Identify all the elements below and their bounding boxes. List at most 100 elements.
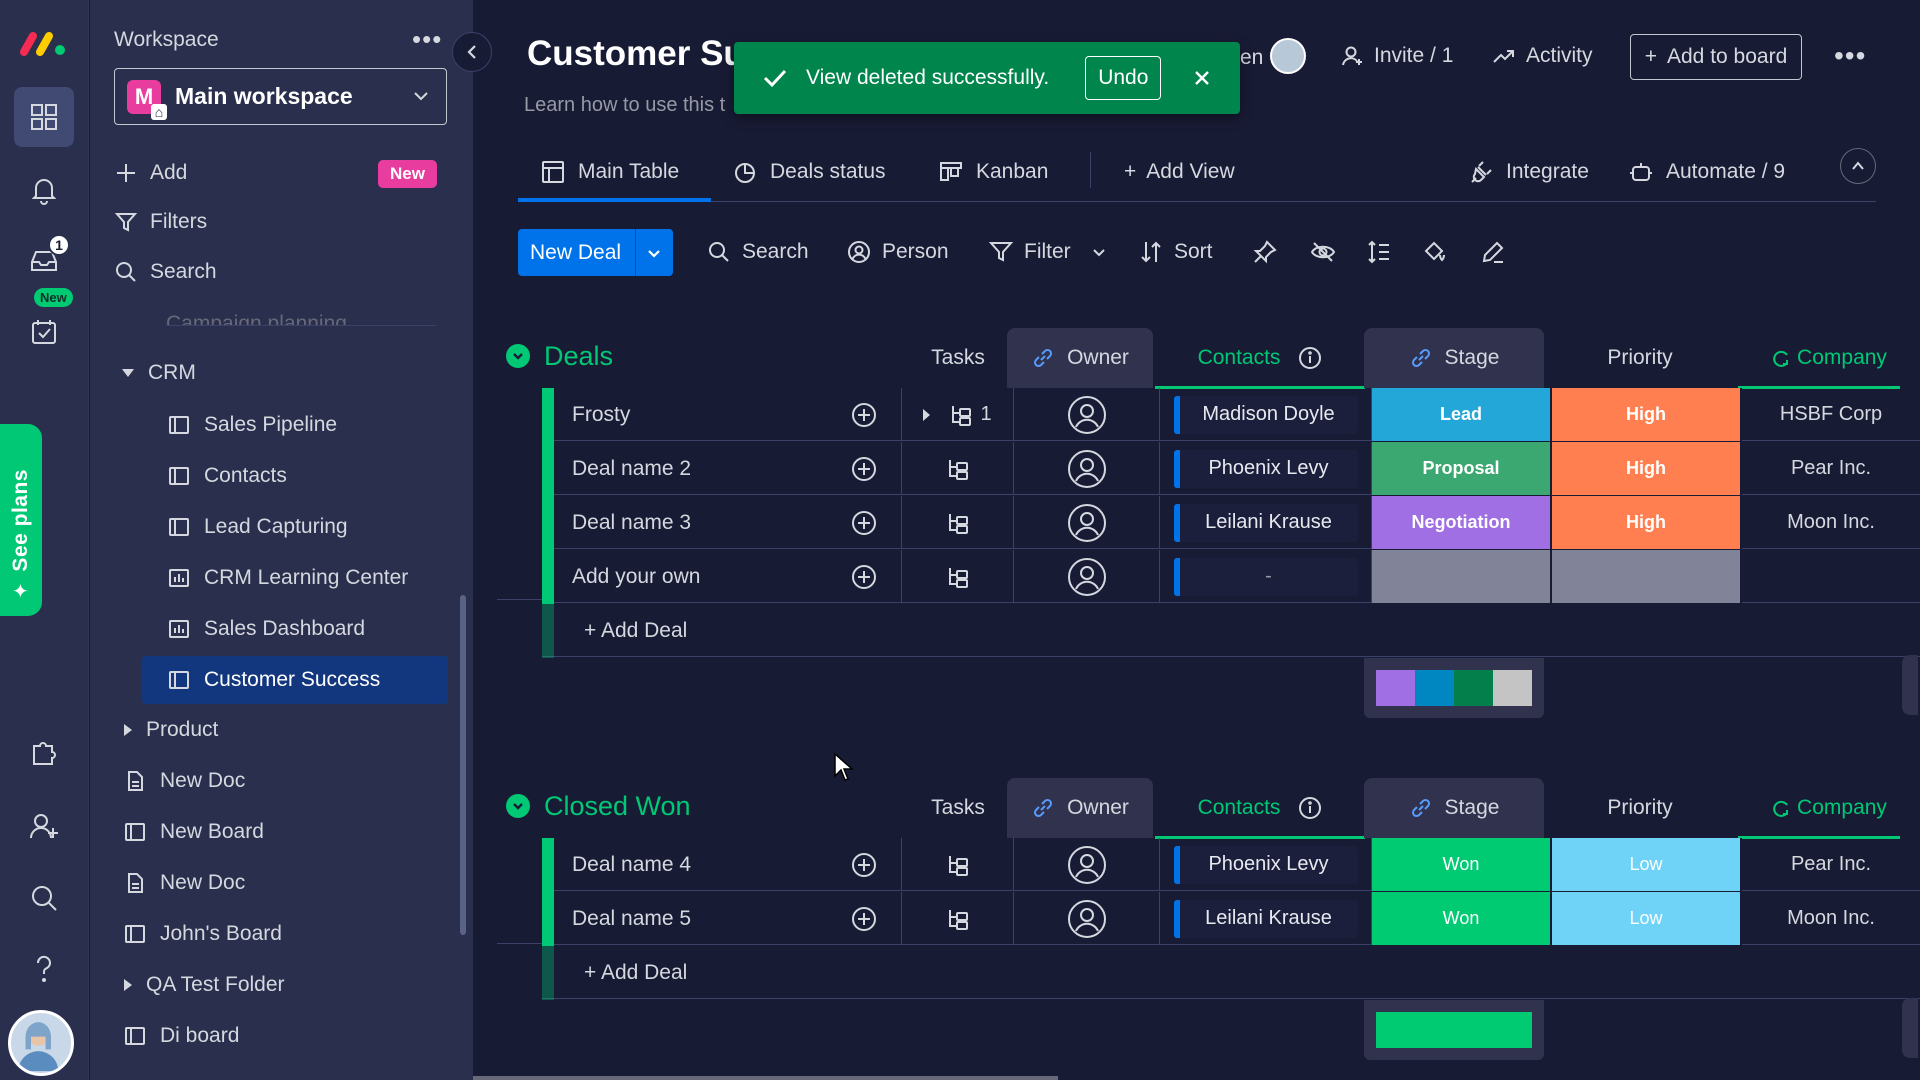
owner-cell[interactable] xyxy=(1014,442,1160,495)
table-row[interactable]: Deal name 3 Leilani Krause Negotiation H… xyxy=(542,496,1920,550)
contacts-cell[interactable]: Leilani Krause xyxy=(1160,496,1372,549)
folder-crm[interactable]: CRM xyxy=(122,350,196,396)
integrate-button[interactable]: Integrate xyxy=(1468,152,1589,192)
column-header-priority[interactable]: Priority xyxy=(1545,328,1735,388)
company-cell[interactable]: Pear Inc. xyxy=(1742,442,1920,495)
new-deal-dropdown[interactable] xyxy=(636,245,672,261)
contacts-cell[interactable]: Madison Doyle xyxy=(1160,388,1372,441)
stage-cell[interactable]: Won xyxy=(1372,838,1552,891)
company-cell[interactable] xyxy=(1742,550,1920,603)
automate-button[interactable]: Automate / 9 xyxy=(1628,152,1785,192)
group-title[interactable]: Closed Won xyxy=(544,791,691,822)
sidebar-item-new-doc[interactable]: New Doc xyxy=(124,758,245,804)
stage-cell[interactable]: Negotiation xyxy=(1372,496,1552,549)
workspace-more-icon[interactable]: ••• xyxy=(412,24,442,55)
column-header-stage[interactable]: Stage xyxy=(1364,778,1544,838)
subitems-cell[interactable] xyxy=(902,550,1014,603)
company-cell[interactable]: Pear Inc. xyxy=(1742,838,1920,891)
sidebar-search[interactable]: Search xyxy=(114,252,217,292)
contacts-cell[interactable]: Phoenix Levy xyxy=(1160,838,1372,891)
table-row[interactable]: Deal name 4 Phoenix Levy Won Low Pear In… xyxy=(542,838,1920,892)
column-header-priority[interactable]: Priority xyxy=(1545,778,1735,838)
folder-qa-test[interactable]: QA Test Folder xyxy=(124,962,285,1008)
header-avatar[interactable] xyxy=(1270,38,1306,74)
contacts-cell[interactable]: - xyxy=(1160,550,1372,603)
rail-search-button[interactable] xyxy=(14,868,74,928)
company-cell[interactable]: Moon Inc. xyxy=(1742,892,1920,945)
rail-apps-button[interactable] xyxy=(14,722,74,782)
company-cell[interactable]: Moon Inc. xyxy=(1742,496,1920,549)
sidebar-scrollbar[interactable] xyxy=(460,595,466,935)
see-plans-button[interactable]: See plans ✦ xyxy=(0,424,42,616)
item-name-cell[interactable]: Deal name 4 xyxy=(554,838,902,891)
contact-chip[interactable]: Madison Doyle xyxy=(1173,395,1358,434)
stage-cell[interactable]: Proposal xyxy=(1372,442,1552,495)
item-name-cell[interactable]: Deal name 3 xyxy=(554,496,902,549)
sidebar-item-customer-success[interactable]: Customer Success xyxy=(142,656,448,704)
stage-cell[interactable] xyxy=(1372,550,1552,603)
sidebar-item-sales-dashboard[interactable]: Sales Dashboard xyxy=(158,606,458,652)
table-row[interactable]: Deal name 5 Leilani Krause Won Low Moon … xyxy=(542,892,1920,946)
sidebar-item-lead-capturing[interactable]: Lead Capturing xyxy=(158,504,458,550)
close-icon[interactable] xyxy=(1193,69,1211,87)
sidebar-item-di-board[interactable]: Di board xyxy=(124,1013,239,1059)
priority-cell[interactable]: Low xyxy=(1552,892,1742,945)
group-collapse-icon[interactable] xyxy=(506,344,530,368)
column-header-company[interactable]: Company xyxy=(1738,778,1918,838)
caret-right-icon[interactable] xyxy=(923,408,931,421)
board-more-icon[interactable]: ••• xyxy=(1834,40,1866,72)
column-header-contacts[interactable]: Contacts xyxy=(1155,328,1365,388)
group-header-closed-won[interactable]: Closed Won xyxy=(506,786,691,826)
board-description[interactable]: Learn how to use this t xyxy=(524,94,725,117)
owner-cell[interactable] xyxy=(1014,550,1160,603)
subitems-cell[interactable] xyxy=(902,892,1014,945)
owner-cell[interactable] xyxy=(1014,388,1160,441)
priority-cell[interactable] xyxy=(1552,550,1742,603)
contact-chip[interactable]: - xyxy=(1173,557,1358,596)
contact-chip[interactable]: Leilani Krause xyxy=(1173,899,1358,938)
board-title[interactable]: Customer Su xyxy=(527,34,745,74)
tab-main-table[interactable]: Main Table xyxy=(540,152,679,192)
item-name-cell[interactable]: Add your own xyxy=(554,550,902,603)
priority-cell[interactable]: High xyxy=(1552,388,1742,441)
group-collapse-icon[interactable] xyxy=(506,794,530,818)
stage-cell[interactable]: Lead xyxy=(1372,388,1552,441)
owner-cell[interactable] xyxy=(1014,892,1160,945)
tab-deals-status[interactable]: Deals status xyxy=(732,152,886,192)
subitems-cell[interactable]: 1 xyxy=(902,388,1014,441)
tab-kanban[interactable]: Kanban xyxy=(938,152,1048,192)
column-header-stage[interactable]: Stage xyxy=(1364,328,1544,388)
contact-chip[interactable]: Leilani Krause xyxy=(1173,503,1358,542)
toolbar-color[interactable] xyxy=(1422,236,1458,268)
rail-home-button[interactable] xyxy=(14,87,74,147)
owner-cell[interactable] xyxy=(1014,496,1160,549)
info-icon[interactable] xyxy=(1298,796,1322,820)
toolbar-row-height[interactable] xyxy=(1366,236,1402,268)
contact-chip[interactable]: Phoenix Levy xyxy=(1173,449,1358,488)
owner-cell[interactable] xyxy=(1014,838,1160,891)
table-row[interactable]: Frosty 1 Madison Doyle Lead High HSBF Co… xyxy=(542,388,1920,442)
toolbar-pin[interactable] xyxy=(1252,236,1288,268)
sidebar-item-new-board[interactable]: New Board xyxy=(124,809,264,855)
item-name-cell[interactable]: Frosty xyxy=(554,388,902,441)
add-view-button[interactable]: + Add View xyxy=(1124,152,1235,192)
item-name-cell[interactable]: Deal name 2 xyxy=(554,442,902,495)
stage-summary-bar[interactable] xyxy=(1364,1000,1544,1060)
add-to-board-button[interactable]: + Add to board xyxy=(1630,34,1802,80)
sidebar-item-new-doc-2[interactable]: New Doc xyxy=(124,860,245,906)
invite-button[interactable]: Invite / 1 xyxy=(1340,44,1453,68)
company-cell[interactable]: HSBF Corp xyxy=(1742,388,1920,441)
table-scrollbar[interactable] xyxy=(1902,998,1918,1058)
table-row[interactable]: Add your own - xyxy=(542,550,1920,604)
add-update-icon[interactable] xyxy=(849,562,879,592)
column-header-company[interactable]: Company xyxy=(1738,328,1918,388)
monday-logo[interactable] xyxy=(18,28,68,58)
rail-my-work-button[interactable]: New xyxy=(14,288,74,362)
sidebar-filters[interactable]: Filters xyxy=(114,202,207,242)
table-row[interactable]: Deal name 2 Phoenix Levy Proposal High P… xyxy=(542,442,1920,496)
toolbar-edit[interactable] xyxy=(1480,236,1516,268)
toolbar-filter[interactable]: Filter xyxy=(988,236,1107,268)
sidebar-item-sales-pipeline[interactable]: Sales Pipeline xyxy=(158,402,458,448)
sidebar-add[interactable]: Add xyxy=(114,153,187,193)
chevron-down-icon[interactable] xyxy=(1091,244,1107,260)
